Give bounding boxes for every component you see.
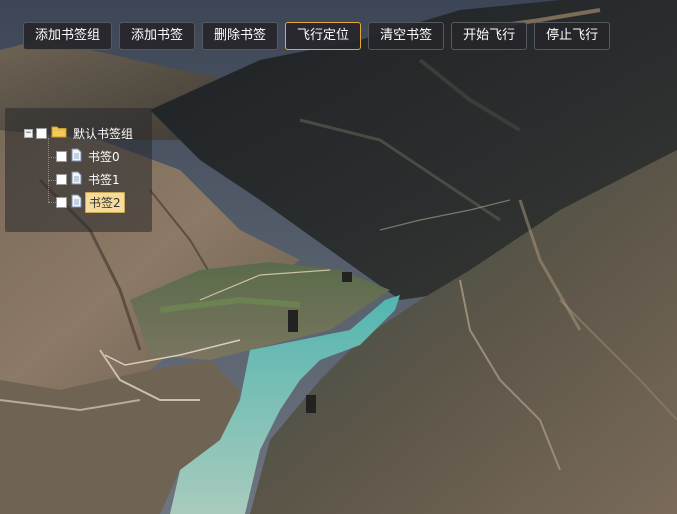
stop-flight-button[interactable]: 停止飞行 (534, 22, 611, 50)
bookmark-tree-panel: − 默认书签组 书签0 书签1 书签2 (5, 108, 152, 232)
bookmark-toolbar: 添加书签组 添加书签 删除书签 飞行定位 清空书签 开始飞行 停止飞行 (23, 22, 611, 50)
clear-bookmarks-button[interactable]: 清空书签 (368, 22, 445, 50)
tree-item[interactable]: 书签1 (56, 170, 123, 188)
file-icon (71, 194, 82, 211)
tree-item-label: 书签2 (85, 191, 125, 213)
start-flight-button[interactable]: 开始飞行 (451, 22, 528, 50)
tree-item[interactable]: 书签0 (56, 147, 123, 165)
item-checkbox[interactable] (56, 196, 67, 208)
tree-connector (48, 180, 56, 181)
collapse-icon[interactable]: − (24, 128, 33, 138)
tree-connector (48, 157, 56, 158)
tree-item-selected[interactable]: 书签2 (56, 191, 125, 213)
file-icon (71, 148, 82, 165)
tree-group-default[interactable]: − 默认书签组 (24, 124, 136, 142)
delete-bookmark-button[interactable]: 删除书签 (202, 22, 279, 50)
item-checkbox[interactable] (56, 173, 67, 185)
tree-connector (48, 202, 56, 203)
add-bookmark-group-button[interactable]: 添加书签组 (23, 22, 113, 50)
tree-item-label: 书签1 (88, 172, 120, 187)
folder-icon (51, 125, 67, 141)
tree-connector (48, 138, 49, 202)
fly-to-location-button[interactable]: 飞行定位 (285, 22, 362, 50)
item-checkbox[interactable] (56, 150, 67, 162)
file-icon (71, 171, 82, 188)
group-checkbox[interactable] (36, 127, 47, 139)
tree-group-label: 默认书签组 (73, 126, 134, 141)
tree-item-label: 书签0 (88, 149, 120, 164)
terrain-view[interactable] (0, 0, 677, 514)
add-bookmark-button[interactable]: 添加书签 (119, 22, 196, 50)
